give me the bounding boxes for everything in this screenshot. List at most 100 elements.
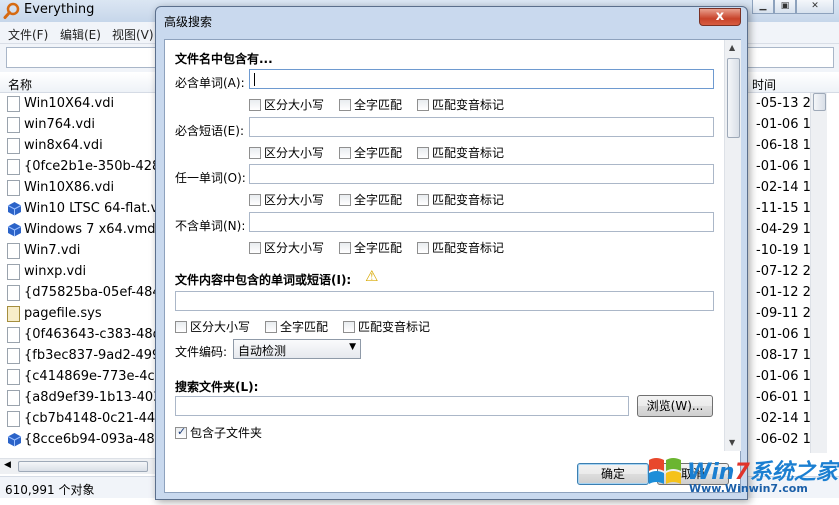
must-word-diacritics-checkbox[interactable]: 匹配变音标记 [417, 96, 504, 112]
filename-section-title: 文件名中包含有... [175, 52, 273, 66]
file-icon [7, 138, 20, 154]
dialog-body: 文件名中包含有... 必含单词(A): 区分大小写 全字匹配 匹配变音标记 必含… [164, 39, 741, 493]
content-section-title: 文件内容中包含的单词或短语(I): [175, 273, 352, 287]
scroll-down-arrow-icon[interactable]: ▼ [729, 438, 735, 447]
dialog-vertical-scrollbar[interactable]: ▲ ▼ [724, 40, 741, 451]
ok-button[interactable]: 确定 [577, 463, 649, 485]
close-window-button[interactable]: ✕ [796, 0, 834, 14]
watermark-url: Www.Winwin7.com [689, 482, 808, 495]
dialog-scroll-thumb[interactable] [727, 58, 740, 138]
file-icon [7, 285, 20, 301]
object-count: 610,991 个对象 [5, 483, 95, 497]
must-word-whole-checkbox[interactable]: 全字匹配 [339, 96, 402, 112]
must-word-label: 必含单词(A): [175, 76, 245, 90]
any-word-label: 任一单词(O): [175, 171, 246, 185]
file-name: win8x64.vdi [24, 138, 103, 153]
text-caret [254, 73, 255, 86]
include-subfolders-checkbox[interactable]: 包含子文件夹 [175, 424, 262, 440]
maximize-button[interactable]: ▣ [774, 0, 796, 14]
any-word-input[interactable] [249, 164, 714, 184]
minimize-button[interactable]: ▁ [752, 0, 774, 14]
file-name: Win10X86.vdi [24, 180, 115, 195]
must-phrase-label: 必含短语(E): [175, 124, 244, 138]
file-icon [7, 159, 20, 175]
not-word-whole-checkbox[interactable]: 全字匹配 [339, 239, 402, 255]
column-date[interactable]: 时间 [752, 76, 776, 93]
not-word-case-checkbox[interactable]: 区分大小写 [249, 239, 324, 255]
file-icon [7, 180, 20, 196]
file-name: winxp.vdi [24, 264, 87, 279]
file-icon [7, 243, 20, 259]
file-name: pagefile.sys [24, 306, 102, 321]
file-name: {0f463643-c383-48d3- [24, 327, 174, 342]
must-phrase-input[interactable] [249, 117, 714, 137]
site-watermark: Win7系统之家 Www.Winwin7.com [645, 450, 838, 502]
scroll-up-arrow-icon[interactable]: ▲ [729, 43, 735, 52]
file-name: Win10X64.vdi [24, 96, 115, 111]
file-icon [7, 327, 20, 343]
close-icon: x [715, 9, 725, 24]
menu-edit[interactable]: 编辑(E) [60, 26, 101, 43]
content-whole-checkbox[interactable]: 全字匹配 [265, 318, 328, 334]
file-name: {a8d9ef39-1b13-403e- [24, 390, 175, 405]
dialog-title: 高级搜索 [164, 15, 213, 29]
close-icon: ✕ [811, 1, 819, 11]
content-input[interactable] [175, 291, 714, 311]
menu-view[interactable]: 视图(V) [112, 26, 154, 43]
must-phrase-whole-checkbox[interactable]: 全字匹配 [339, 144, 402, 160]
file-name: {fb3ec837-9ad2-4997- [24, 348, 174, 363]
restore-icon: ▣ [780, 1, 790, 11]
file-icon [7, 348, 20, 364]
list-vertical-scrollbar[interactable] [810, 93, 827, 453]
browse-button[interactable]: 浏览(W)... [637, 395, 713, 417]
file-name: {0fce2b1e-350b-4288- [24, 159, 174, 174]
vmdk-icon [7, 201, 22, 216]
windows-flag-logo-icon [649, 458, 681, 484]
menu-file[interactable]: 文件(F) [8, 26, 48, 43]
vmdk-icon [7, 222, 22, 237]
file-icon [7, 390, 20, 406]
vmdk-icon [7, 432, 22, 447]
content-diacritics-checkbox[interactable]: 匹配变音标记 [343, 318, 430, 334]
file-name: {8cce6b94-093a-48b2- [24, 432, 176, 447]
file-name: win764.vdi [24, 117, 95, 132]
not-word-diacritics-checkbox[interactable]: 匹配变音标记 [417, 239, 504, 255]
dialog-close-button[interactable]: x [699, 8, 741, 26]
file-name: {d75825ba-05ef-484a- [24, 285, 174, 300]
list-horizontal-scrollbar[interactable]: ◀ [0, 458, 160, 474]
warning-icon: ⚠ [365, 267, 379, 285]
not-word-input[interactable] [249, 212, 714, 232]
magnifier-app-icon [3, 2, 20, 19]
file-icon [7, 264, 20, 280]
content-case-checkbox[interactable]: 区分大小写 [175, 318, 250, 334]
file-icon [7, 96, 20, 112]
file-icon [7, 411, 20, 427]
any-word-whole-checkbox[interactable]: 全字匹配 [339, 191, 402, 207]
must-phrase-case-checkbox[interactable]: 区分大小写 [249, 144, 324, 160]
file-icon [7, 369, 20, 385]
must-phrase-diacritics-checkbox[interactable]: 匹配变音标记 [417, 144, 504, 160]
file-icon [7, 117, 20, 133]
advanced-search-dialog: 高级搜索 x 文件名中包含有... 必含单词(A): 区分大小写 全字匹配 匹配… [155, 6, 748, 500]
any-word-diacritics-checkbox[interactable]: 匹配变音标记 [417, 191, 504, 207]
app-title: Everything [24, 2, 95, 17]
folder-input[interactable] [175, 396, 629, 416]
not-word-label: 不含单词(N): [175, 219, 246, 233]
file-name: {c414869e-773e-4c9d- [24, 369, 176, 384]
any-word-case-checkbox[interactable]: 区分大小写 [249, 191, 324, 207]
minimize-icon: ▁ [759, 1, 767, 11]
system-file-icon [7, 306, 20, 322]
file-name: Win7.vdi [24, 243, 81, 258]
folder-section-title: 搜索文件夹(L): [175, 380, 259, 394]
chevron-down-icon: ▼ [349, 342, 356, 352]
encoding-select[interactable]: 自动检测 ▼ [233, 339, 361, 359]
scroll-left-arrow-icon[interactable]: ◀ [4, 460, 11, 470]
must-word-input[interactable] [249, 69, 714, 89]
column-name[interactable]: 名称 [8, 76, 32, 93]
must-word-case-checkbox[interactable]: 区分大小写 [249, 96, 324, 112]
scroll-thumb[interactable] [813, 93, 826, 111]
h-scroll-thumb[interactable] [18, 461, 148, 472]
file-name: Windows 7 x64.vmdk [24, 222, 164, 237]
dialog-titlebar: 高级搜索 x [156, 7, 747, 33]
encoding-label: 文件编码: [175, 345, 228, 359]
